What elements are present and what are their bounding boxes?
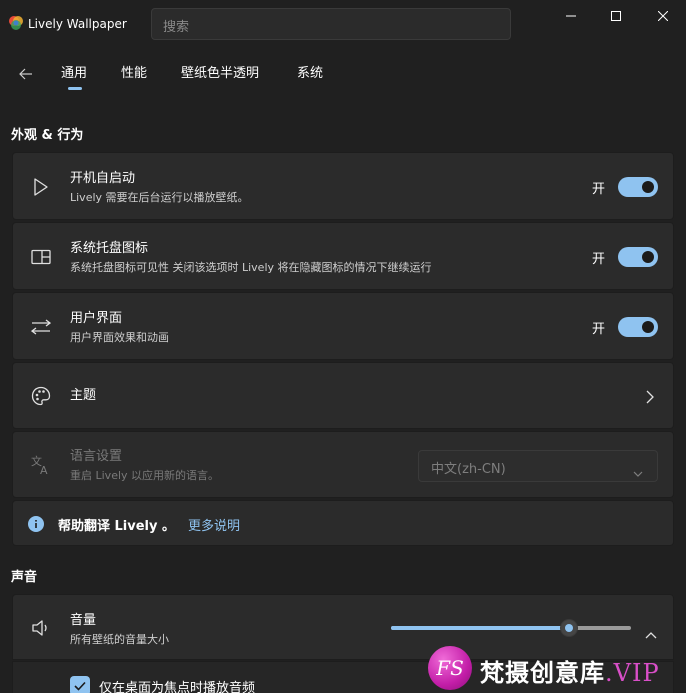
volume-title: 音量 (70, 613, 97, 628)
section-title-appearance: 外观 & 行为 (11, 128, 84, 143)
tab-system[interactable]: 系统 (297, 64, 323, 84)
minimize-button[interactable] (548, 0, 594, 32)
card-user-interface: 用户界面 用户界面效果和动画 开 (12, 292, 674, 360)
language-icon: 文 A (30, 454, 52, 476)
watermark-name: 梵摄创意库 (480, 659, 605, 687)
section-title-sound: 声音 (11, 570, 38, 585)
maximize-button[interactable] (593, 0, 639, 32)
swap-arrows-icon (30, 316, 52, 338)
app-logo-icon (8, 15, 24, 31)
close-button[interactable] (640, 0, 686, 32)
startup-toggle-label: 开 (592, 182, 606, 197)
volume-subtitle: 所有壁纸的音量大小 (70, 633, 169, 646)
language-title: 语言设置 (70, 449, 123, 464)
card-startup: 开机自启动 Lively 需要在后台运行以播放壁纸。 开 (12, 152, 674, 220)
card-theme[interactable]: 主题 (12, 362, 674, 429)
audio-focus-checkbox[interactable] (70, 676, 90, 693)
chevron-down-icon (633, 462, 643, 481)
card-translate-info: 帮助翻译 Lively 。 更多说明 (12, 500, 674, 546)
tab-performance[interactable]: 性能 (121, 64, 147, 84)
startup-title: 开机自启动 (70, 171, 136, 186)
close-icon (658, 11, 668, 21)
tray-toggle-label: 开 (592, 252, 606, 267)
tray-toggle[interactable] (618, 247, 658, 267)
speaker-icon (30, 617, 52, 639)
startup-subtitle: Lively 需要在后台运行以播放壁纸。 (70, 191, 249, 204)
tab-wallpaper-translucency[interactable]: 壁纸色半透明 (181, 64, 259, 84)
chevron-right-icon (646, 389, 654, 408)
svg-text:A: A (40, 464, 48, 476)
search-input[interactable]: 搜索 (151, 8, 511, 40)
play-icon (30, 176, 52, 198)
tray-icon (30, 246, 52, 268)
more-info-link[interactable]: 更多说明 (188, 515, 240, 534)
startup-toggle[interactable] (618, 177, 658, 197)
search-placeholder: 搜索 (163, 20, 190, 35)
audio-focus-label: 仅在桌面为焦点时播放音频 (99, 681, 256, 693)
ui-title: 用户界面 (70, 311, 123, 326)
watermark-badge: FS (428, 646, 472, 690)
tab-general[interactable]: 通用 (61, 64, 87, 84)
watermark: FS 梵摄创意库.VIP (428, 644, 686, 693)
back-arrow-icon (19, 68, 32, 80)
volume-slider-fill (391, 626, 569, 630)
active-tab-indicator (68, 87, 82, 90)
volume-slider[interactable] (391, 619, 631, 637)
app-title: Lively Wallpaper (28, 17, 127, 31)
tray-subtitle: 系统托盘图标可见性 关闭该选项时 Lively 将在隐藏图标的情况下继续运行 (70, 261, 432, 274)
ui-toggle[interactable] (618, 317, 658, 337)
minimize-icon (566, 15, 576, 17)
back-button[interactable] (12, 60, 40, 88)
card-tray-icon: 系统托盘图标 系统托盘图标可见性 关闭该选项时 Lively 将在隐藏图标的情况… (12, 222, 674, 290)
watermark-text: 梵摄创意库.VIP (480, 653, 660, 688)
volume-slider-thumb[interactable] (559, 619, 578, 637)
palette-icon (30, 385, 52, 407)
theme-title: 主题 (70, 388, 97, 403)
watermark-suffix: .VIP (605, 659, 660, 687)
ui-subtitle: 用户界面效果和动画 (70, 331, 169, 344)
language-select-value: 中文(zh-CN) (431, 462, 506, 477)
card-language: 文 A 语言设置 重启 Lively 以应用新的语言。 中文(zh-CN) (12, 431, 674, 498)
maximize-icon (611, 11, 621, 21)
checkmark-icon (74, 681, 86, 691)
language-subtitle: 重启 Lively 以应用新的语言。 (70, 469, 220, 482)
ui-toggle-label: 开 (592, 322, 606, 337)
chevron-up-icon[interactable] (645, 624, 657, 643)
language-select[interactable]: 中文(zh-CN) (418, 450, 658, 482)
translate-info-text: 帮助翻译 Lively 。 (58, 519, 176, 534)
tray-title: 系统托盘图标 (70, 241, 149, 256)
info-icon (28, 516, 44, 536)
